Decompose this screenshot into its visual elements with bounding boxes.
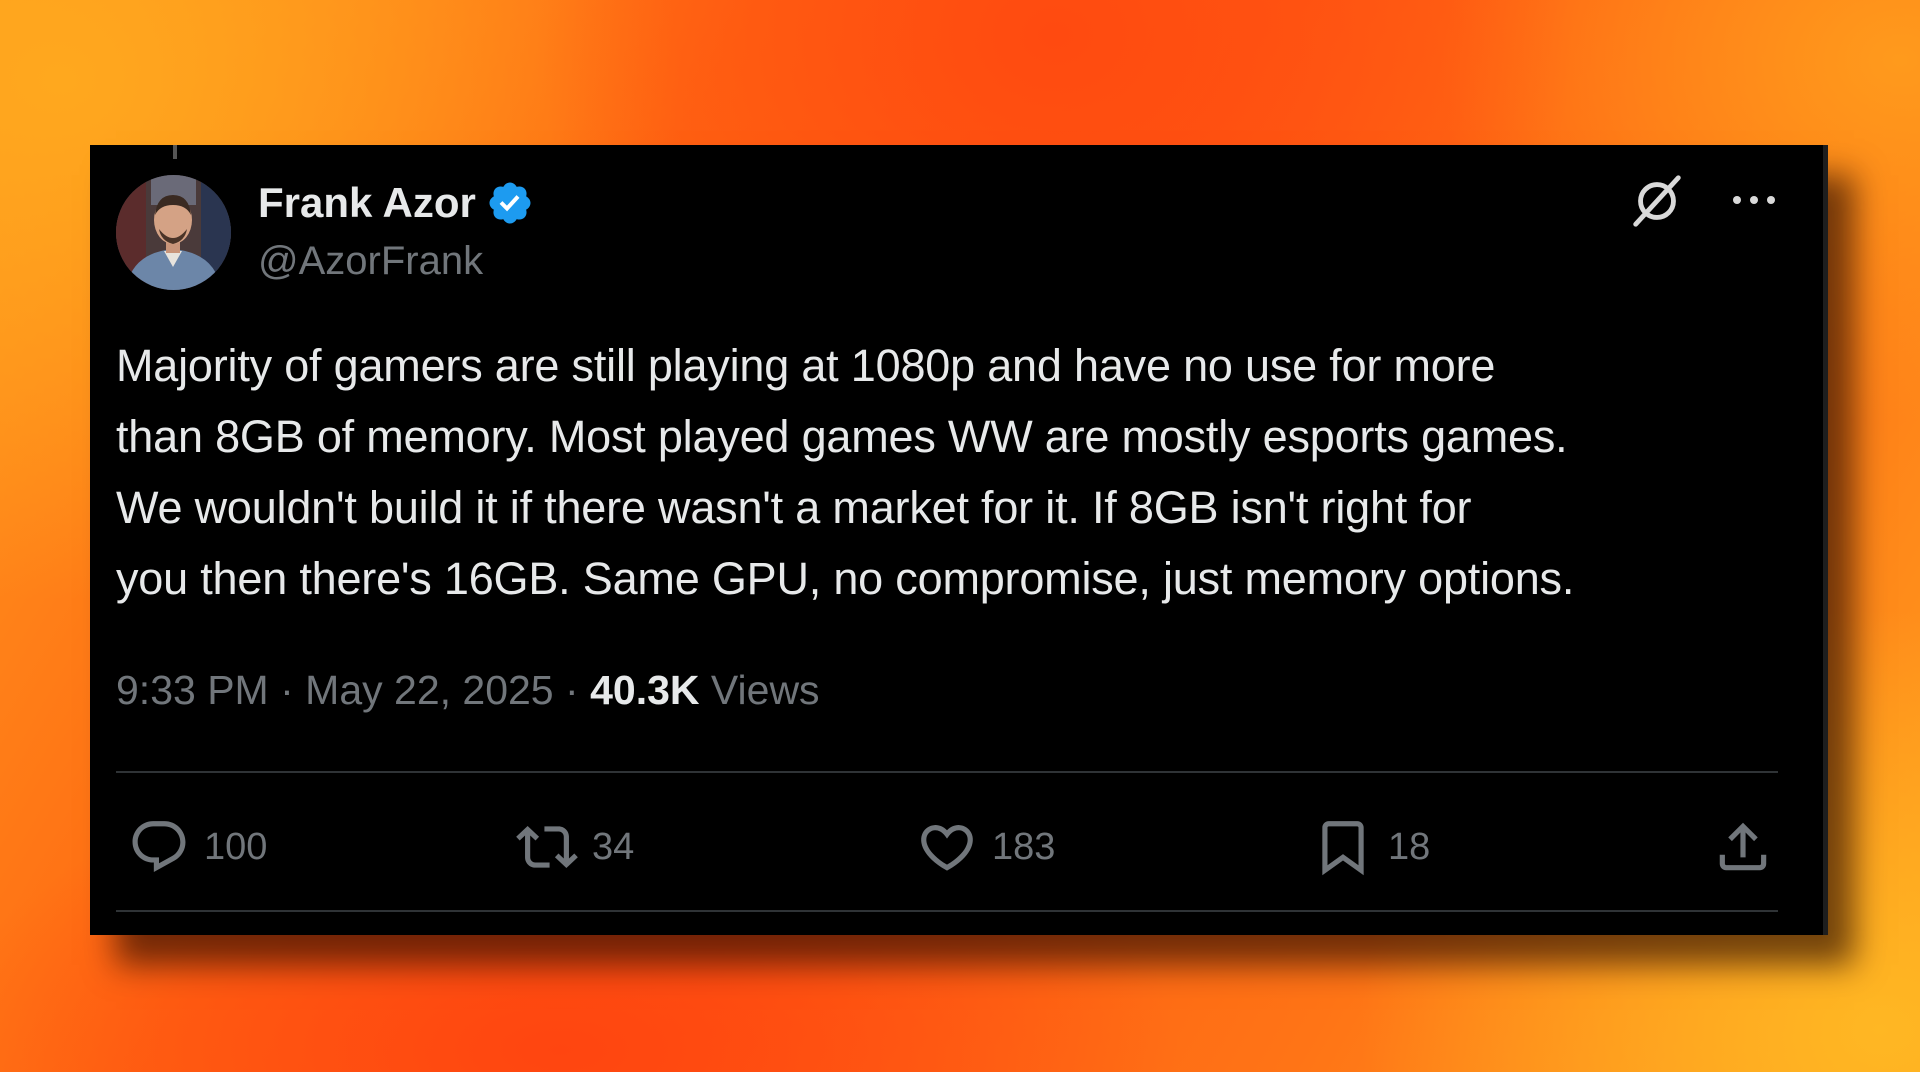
avatar[interactable]: [116, 175, 231, 290]
author-handle[interactable]: @AzorFrank: [258, 239, 483, 284]
card-right-edge: [1823, 145, 1828, 935]
views-count[interactable]: 40.3K: [590, 667, 699, 713]
like-count: 183: [992, 825, 1056, 868]
tweet-text-line: you then there's 16GB. Same GPU, no comp…: [116, 553, 1575, 604]
tweet-text-line: We wouldn't build it if there wasn't a m…: [116, 482, 1472, 533]
heart-icon: [921, 825, 973, 871]
tweet-text: Majority of gamers are still playing at …: [116, 330, 1816, 614]
avatar-photo: [116, 175, 231, 290]
divider: [116, 771, 1778, 773]
bottom-white-strip: [0, 1072, 1920, 1080]
tweet-text-line: than 8GB of memory. Most played games WW…: [116, 411, 1568, 462]
share-button[interactable]: [1712, 807, 1774, 887]
bookmark-count: 18: [1388, 825, 1431, 868]
reply-button[interactable]: 100: [128, 807, 267, 887]
repost-icon: [516, 826, 578, 868]
like-button[interactable]: 183: [916, 807, 1055, 887]
meta-separator: ·: [280, 667, 294, 713]
grok-icon[interactable]: [1626, 170, 1688, 232]
author-name[interactable]: Frank Azor: [258, 179, 534, 227]
tweet-time[interactable]: 9:33 PM: [116, 667, 269, 713]
verified-badge-icon: [489, 182, 531, 224]
tweet-card: Frank Azor @AzorFrank Majority of gamers…: [90, 145, 1828, 935]
card-top-tick: [173, 145, 177, 159]
meta-separator: ·: [565, 667, 579, 713]
share-icon: [1719, 822, 1767, 871]
more-options-icon[interactable]: [1730, 185, 1778, 215]
repost-count: 34: [592, 825, 635, 868]
reply-count: 100: [204, 825, 268, 868]
author-name-text: Frank Azor: [258, 179, 476, 226]
views-label: Views: [710, 667, 820, 713]
bookmark-icon: [1322, 821, 1364, 876]
tweet-date[interactable]: May 22, 2025: [305, 667, 553, 713]
action-bar: 100 34 183 18: [116, 807, 1778, 887]
tweet-meta: 9:33 PM · May 22, 2025 · 40.3K Views: [116, 667, 820, 714]
tweet-text-line: Majority of gamers are still playing at …: [116, 340, 1496, 391]
reply-icon: [132, 821, 186, 873]
repost-button[interactable]: 34: [516, 807, 634, 887]
bookmark-button[interactable]: 18: [1312, 807, 1430, 887]
divider: [116, 910, 1778, 912]
